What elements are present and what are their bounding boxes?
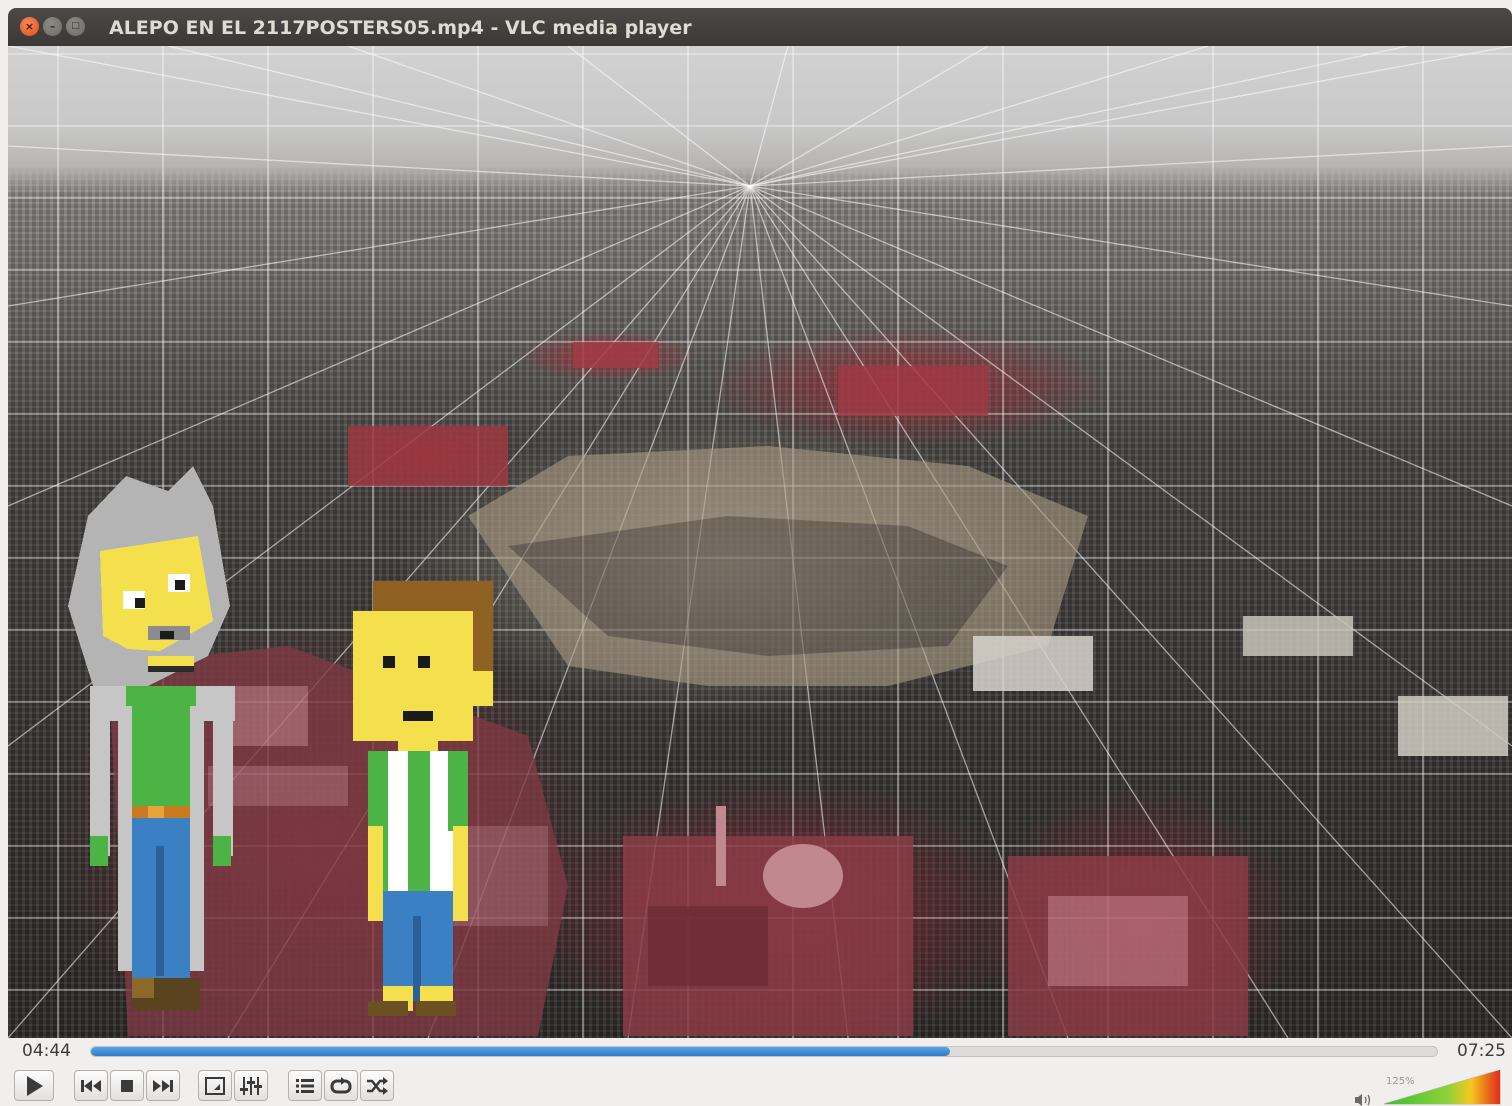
loop-button[interactable] (324, 1070, 358, 1101)
shuffle-button[interactable] (360, 1070, 394, 1101)
minimize-icon: – (49, 20, 56, 33)
elapsed-time: 04:44 (22, 1041, 71, 1061)
stop-button[interactable] (110, 1070, 144, 1101)
extended-settings-button[interactable] (234, 1070, 268, 1101)
playlist-icon (296, 1078, 314, 1093)
fullscreen-icon (205, 1076, 225, 1095)
play-icon (27, 1075, 43, 1096)
title-bar[interactable]: × – □ ALEPO EN EL 2117POSTERS05.mp4 - VL… (8, 8, 1512, 46)
total-duration[interactable]: 07:25 (1457, 1041, 1506, 1061)
seek-bar-progress (91, 1047, 950, 1056)
close-icon: × (24, 20, 35, 33)
volume-slider[interactable] (1382, 1068, 1504, 1106)
close-window-button[interactable]: × (20, 17, 39, 36)
speaker-icon[interactable] (1354, 1093, 1374, 1106)
next-button[interactable] (146, 1070, 180, 1101)
skip-next-icon (153, 1079, 173, 1092)
maximize-icon: □ (71, 21, 80, 31)
shuffle-icon (367, 1076, 388, 1095)
seek-bar[interactable] (90, 1046, 1438, 1057)
stop-icon (121, 1079, 133, 1092)
vlc-window: × – □ ALEPO EN EL 2117POSTERS05.mp4 - VL… (8, 8, 1512, 1106)
time-row: 04:44 07:25 (8, 1038, 1512, 1064)
minimize-window-button[interactable]: – (43, 17, 62, 36)
previous-button[interactable] (74, 1070, 108, 1101)
play-button[interactable] (14, 1070, 54, 1101)
loop-icon (330, 1076, 352, 1093)
control-toolbar: 125% (8, 1066, 1512, 1106)
fullscreen-button[interactable] (198, 1070, 232, 1101)
video-frame-art (8, 46, 1512, 1038)
equalizer-sliders-icon (240, 1076, 262, 1095)
window-title: ALEPO EN EL 2117POSTERS05.mp4 - VLC medi… (109, 17, 692, 39)
red-highlight-mosque (623, 806, 913, 1036)
skip-previous-icon (81, 1079, 101, 1092)
maximize-window-button[interactable]: □ (66, 17, 85, 36)
video-display[interactable] (8, 46, 1512, 1038)
playlist-button[interactable] (288, 1070, 322, 1101)
